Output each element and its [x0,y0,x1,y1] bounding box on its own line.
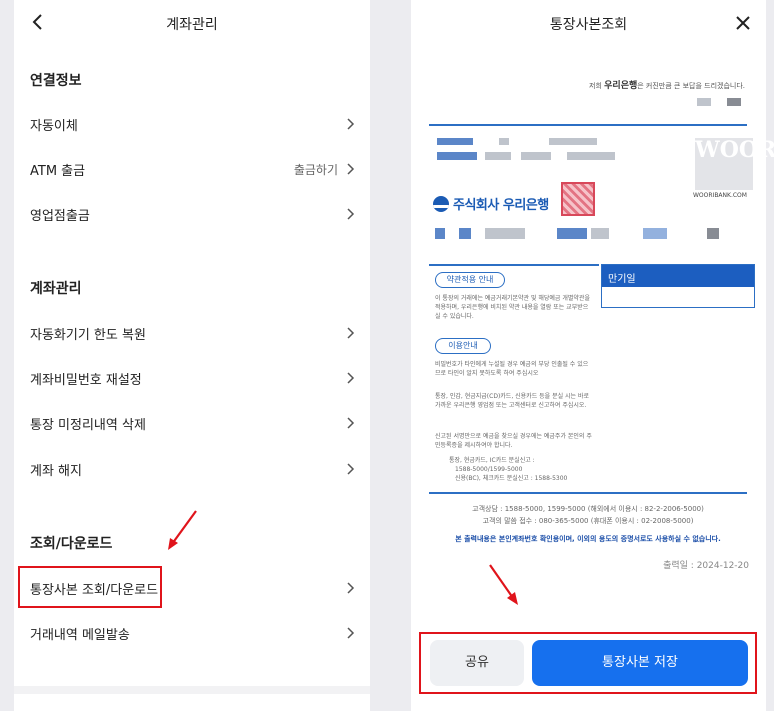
menu-label: 계좌비밀번호 재설정 [30,373,142,388]
woori-bank-logo-icon [433,195,449,212]
woori-logo: WOORi [695,138,774,190]
menu-label: 계좌 해지 [30,464,82,479]
masked-text [707,228,719,239]
chevron-right-icon [347,372,355,384]
chevron-right-icon [347,582,355,594]
usage-text-4b: 1588-5000/1599-5000 [455,466,523,473]
masked-text [437,138,473,145]
masked-text [435,228,445,239]
menu-branch-withdraw[interactable]: 영업점출금 [14,192,370,236]
passbook-copy-screen: 통장사본조회 저희 우리은행은 커진만큼 큰 보답을 드리겠습니다. WOORi… [411,0,774,711]
masked-text [727,98,741,106]
menu-label: 자동이체 [30,119,78,134]
masked-text [549,138,597,145]
masked-text [521,152,551,160]
usage-text-1: 비밀번호가 타인에게 누설될 경우 예금의 부당 인출될 수 있으므로 타인이 … [435,361,589,377]
terms-text: 이 통장의 거래에는 예금거래기본약관 및 해당예금 개별약관을 적용하며, 우… [435,295,590,320]
header: 계좌관리 [14,0,370,46]
menu-close-account[interactable]: 계좌 해지 [14,447,370,491]
section-account-title: 계좌관리 [30,281,82,297]
atm-withdraw-label: 출금하기 [293,163,338,177]
customer-contact-2: 고객의 말씀 접수 : 080-365-5000 (휴대폰 이용시 : 02-2… [482,517,694,525]
bottom-rule [429,492,747,494]
top-rule [429,124,747,126]
maturity-box: 만기일 [601,264,755,308]
page-title: 통장사본조회 [549,17,628,33]
menu-label: 영업점출금 [30,209,90,224]
menu-label: 통장 미정리내역 삭제 [30,418,146,433]
usage-warning: 본 출력내용은 본인계좌번호 확인용이며, 이외의 용도의 증명서로도 사용하실… [455,535,721,543]
maturity-label: 만기일 [602,265,754,287]
menu-label: 자동화기기 한도 복원 [30,328,146,343]
menu-atm-limit[interactable]: 자동화기기 한도 복원 [14,311,370,355]
usage-text-3: 신고된 서명만으로 예금을 찾으실 경우에는 예금주가 본인의 주민등록증을 제… [435,433,592,449]
passbook-copy-document: 저희 우리은행은 커진만큼 큰 보답을 드리겠습니다. WOORi WOORIB… [429,64,774,584]
menu-autotransfer[interactable]: 자동이체 [14,102,370,146]
masked-text [567,152,615,160]
masked-text [643,228,667,239]
usage-text-4a: 통장, 현금카드, IC카드 분실신고 : [449,457,535,464]
masked-text [437,152,477,160]
customer-contact-1: 고객상담 : 1588-5000, 1599-5000 (해외에서 이용시 : … [472,505,704,513]
menu-atm[interactable]: ATM 출금 출금하기 [14,147,370,191]
bank-name-block: 주식회사 우리은행 [433,194,549,213]
highlight-box [419,632,757,694]
masked-text [697,98,711,106]
page-title: 계좌관리 [166,17,218,33]
annotation-arrow-icon [168,510,197,550]
chevron-right-icon [347,208,355,220]
chevron-right-icon [347,627,355,639]
chevron-right-icon [347,327,355,339]
usage-text-2: 통장, 인감, 현금지급(CD)카드, 신용카드 등을 분실 시는 바로 가까운… [435,393,590,409]
highlight-box [18,566,162,608]
masked-text [485,228,525,239]
menu-email-history[interactable]: 거래내역 메일발송 [14,611,370,655]
terms-notice-pill: 약관적용 안내 [435,272,505,288]
usage-text-4c: 신용(BC), 체크카드 분실신고 : 1588-5300 [455,475,568,482]
usage-notice-pill: 이용안내 [435,338,491,354]
section-connect-title: 연결정보 [30,73,82,89]
woori-url: WOORIBANK.COM [693,192,747,199]
chevron-right-icon [347,118,355,130]
menu-label: ATM 출금 [30,164,86,179]
masked-text [459,228,471,239]
masked-text [485,152,511,160]
section-divider [14,686,370,694]
menu-label: 거래내역 메일발송 [30,628,130,643]
masked-text [499,138,509,145]
print-date: 출력일 : 2024-12-20 [663,561,749,571]
chevron-right-icon [347,163,355,175]
chevron-right-icon [347,463,355,475]
bank-seal-stamp [561,182,595,216]
bank-tagline: 저희 우리은행은 커진만큼 큰 보답을 드리겠습니다. [589,81,745,91]
menu-password-reset[interactable]: 계좌비밀번호 재설정 [14,356,370,400]
notice-box: 약관적용 안내 이 통장의 거래에는 예금거래기본약관 및 해당예금 개별약관을… [429,264,599,494]
bank-name: 주식회사 우리은행 [453,198,549,213]
annotation-arrow-icon [489,564,518,605]
section-download-title: 조회/다운로드 [30,536,113,552]
chevron-right-icon [347,417,355,429]
masked-text [557,228,587,239]
masked-text [591,228,609,239]
close-icon[interactable] [734,14,752,32]
menu-unposted-delete[interactable]: 통장 미정리내역 삭제 [14,401,370,445]
